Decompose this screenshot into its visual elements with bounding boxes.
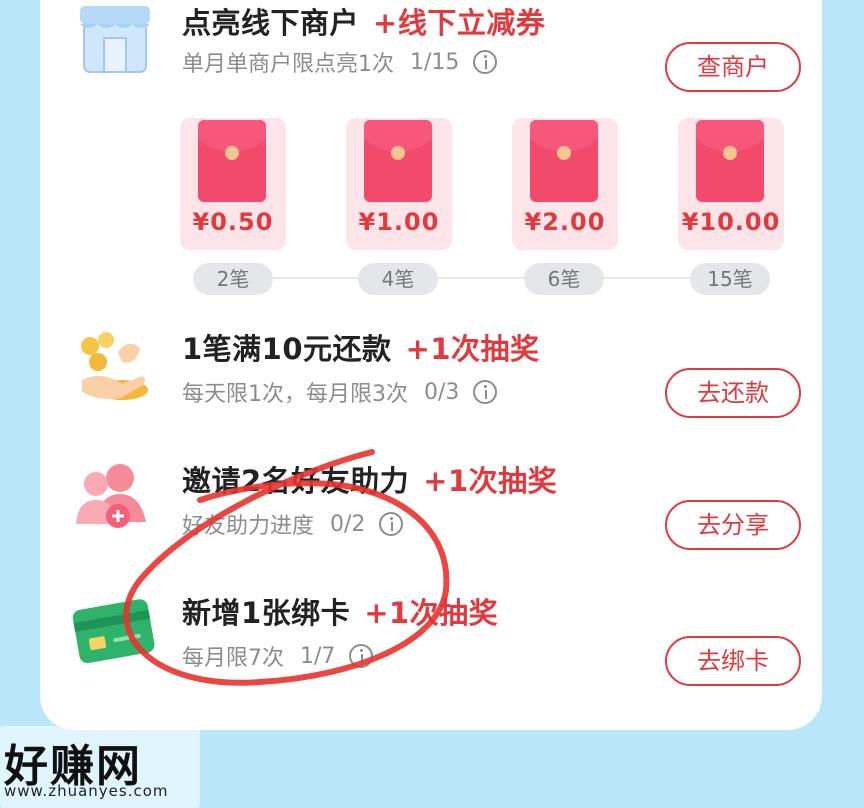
coins-hand-icon	[72, 330, 156, 410]
info-icon[interactable]	[473, 380, 498, 404]
red-packet-amount: ¥1.00	[358, 208, 440, 236]
go-share-button[interactable]: 去分享	[665, 500, 801, 550]
bank-card-icon	[70, 594, 160, 672]
task-title: 点亮线下商户 +线下立减券	[182, 6, 546, 40]
progress-track	[230, 277, 730, 279]
task-progress: 1/15	[410, 49, 460, 75]
task-title: 新增1张绑卡 +1次抽奖	[182, 596, 499, 630]
watermark: 好赚网 www.zhuanyes.com	[0, 726, 200, 808]
task-reward: +1次抽奖	[364, 596, 499, 630]
task-reward: +1次抽奖	[423, 464, 558, 498]
red-packet-amount: ¥0.50	[192, 208, 274, 236]
red-envelope-icon	[364, 120, 432, 202]
task-title: 邀请2名好友助力 +1次抽奖	[182, 464, 558, 498]
view-merchants-button[interactable]: 查商户	[665, 42, 801, 92]
task-progress: 0/3	[424, 379, 460, 405]
task-reward: +线下立减券	[373, 6, 546, 40]
red-envelope-icon	[696, 120, 764, 202]
task-title: 1笔满10元还款 +1次抽奖	[182, 332, 540, 366]
shop-icon	[78, 2, 152, 74]
red-packet-tile: ¥2.00	[512, 118, 618, 250]
task-subtitle: 每天限1次，每月限3次 0/3	[182, 376, 498, 408]
step-pill: 4笔	[358, 263, 438, 295]
step-pill: 2笔	[193, 263, 273, 295]
task-reward: +1次抽奖	[405, 332, 540, 366]
red-packet-amount: ¥2.00	[524, 208, 606, 236]
go-repay-button[interactable]: 去还款	[665, 368, 801, 418]
red-envelope-icon	[198, 120, 266, 202]
go-bind-card-button[interactable]: 去绑卡	[665, 636, 801, 686]
step-pill: 15笔	[690, 263, 770, 295]
task-subtitle: 单月单商户限点亮1次 1/15	[182, 46, 498, 78]
task-progress: 0/2	[330, 511, 366, 537]
red-envelope-icon	[530, 120, 598, 202]
red-packet-amount: ¥10.00	[681, 208, 781, 236]
info-icon[interactable]	[473, 50, 498, 74]
invite-user-icon	[74, 456, 154, 536]
red-packet-tile: ¥1.00	[346, 118, 452, 250]
step-pill: 6笔	[524, 263, 604, 295]
task-subtitle: 每月限7次 1/7	[182, 640, 374, 672]
red-packet-tile: ¥0.50	[180, 118, 286, 250]
task-progress: 1/7	[300, 643, 336, 669]
task-subtitle: 好友助力进度 0/2	[182, 508, 404, 540]
info-icon[interactable]	[379, 512, 404, 536]
info-icon[interactable]	[349, 644, 374, 668]
watermark-url: www.zhuanyes.com	[4, 782, 169, 800]
red-packet-tile: ¥10.00	[678, 118, 784, 250]
